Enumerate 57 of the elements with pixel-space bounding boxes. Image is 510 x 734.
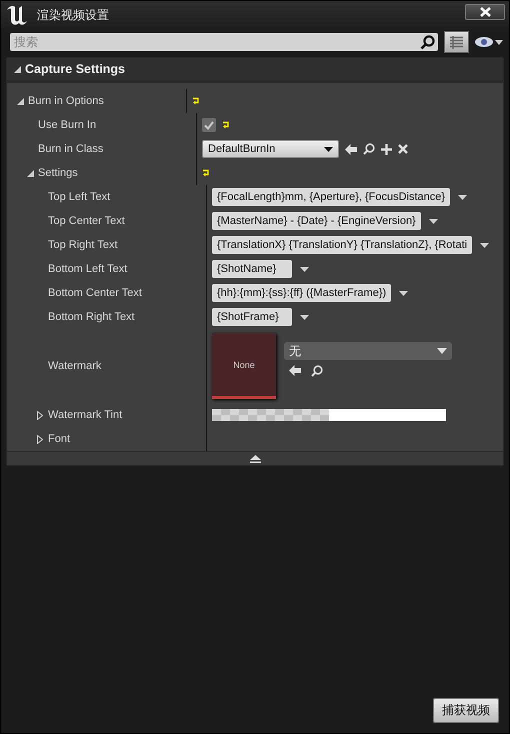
visibility-button[interactable] xyxy=(475,37,503,47)
reset-arrow-icon[interactable] xyxy=(202,169,210,177)
expanded-arrow-icon[interactable] xyxy=(17,98,24,104)
property-label: Watermark Tint xyxy=(48,409,122,421)
checkbox[interactable] xyxy=(202,118,216,132)
caret-icon[interactable] xyxy=(399,290,408,296)
search-icon[interactable] xyxy=(363,143,375,155)
reset-arrow-icon[interactable] xyxy=(222,121,230,129)
collapse-icon[interactable] xyxy=(250,454,260,462)
text-field[interactable]: {TranslationX} {TranslationY} {TranslationZ}, {Rotati xyxy=(212,236,472,254)
property-label: Burn in Class xyxy=(38,143,104,155)
window-title: 渲染视频设置 xyxy=(37,6,110,24)
list-icon[interactable] xyxy=(450,36,463,48)
property-label: Bottom Right Text xyxy=(48,311,135,323)
text-field[interactable]: {FocalLength}mm, {Aperture}, {FocusDistance} xyxy=(212,188,450,206)
texture-thumbnail[interactable]: None xyxy=(212,333,276,399)
arrow-left-icon[interactable] xyxy=(345,144,357,154)
app-logo-icon xyxy=(5,4,29,26)
search-icon[interactable] xyxy=(311,365,323,377)
property-label: Burn in Options xyxy=(28,95,104,107)
property-label: Settings xyxy=(38,167,78,179)
property-label: Top Center Text xyxy=(48,215,125,227)
property-label: Top Left Text xyxy=(48,191,110,203)
text-field[interactable]: {ShotFrame} xyxy=(212,308,292,326)
property-label: Bottom Center Text xyxy=(48,287,142,299)
caret-icon[interactable] xyxy=(300,314,309,320)
close-icon[interactable] xyxy=(398,144,408,154)
property-label: Top Right Text xyxy=(48,239,118,251)
text-field[interactable]: {hh}:{mm}:{ss}:{ff} ({MasterFrame}) xyxy=(212,284,392,302)
view-options-button[interactable] xyxy=(444,31,469,53)
caret-icon[interactable] xyxy=(495,40,503,44)
property-label: Watermark xyxy=(48,360,102,372)
color-swatch[interactable] xyxy=(212,409,446,421)
plus-icon[interactable] xyxy=(381,144,392,154)
arrow-left-icon[interactable] xyxy=(289,365,301,376)
caret-icon[interactable] xyxy=(458,194,468,200)
property-label: Use Burn In xyxy=(38,119,96,131)
close-button[interactable] xyxy=(465,4,505,20)
caret-icon[interactable] xyxy=(428,218,438,224)
caret-icon[interactable] xyxy=(324,146,333,152)
property-label: Font xyxy=(48,433,70,445)
reset-arrow-icon[interactable] xyxy=(192,97,200,105)
class-dropdown[interactable]: DefaultBurnIn xyxy=(202,140,339,158)
collapsed-arrow-icon[interactable] xyxy=(37,434,43,444)
expanded-arrow-icon[interactable] xyxy=(14,66,21,72)
search-field[interactable]: 搜索 xyxy=(10,33,438,51)
asset-dropdown[interactable]: 无 xyxy=(284,342,452,360)
caret-icon[interactable] xyxy=(300,266,309,272)
search-icon[interactable] xyxy=(420,35,435,50)
expanded-arrow-icon[interactable] xyxy=(27,170,34,176)
section-title: Capture Settings xyxy=(25,62,126,76)
capture-button[interactable]: 捕获视频 xyxy=(433,698,499,723)
text-field[interactable]: {ShotName} xyxy=(212,260,292,278)
collapsed-arrow-icon[interactable] xyxy=(37,410,43,420)
caret-icon[interactable] xyxy=(480,242,490,248)
property-label: Bottom Left Text xyxy=(48,263,128,275)
text-field[interactable]: {MasterName} - {Date} - {EngineVersion} xyxy=(212,212,421,230)
